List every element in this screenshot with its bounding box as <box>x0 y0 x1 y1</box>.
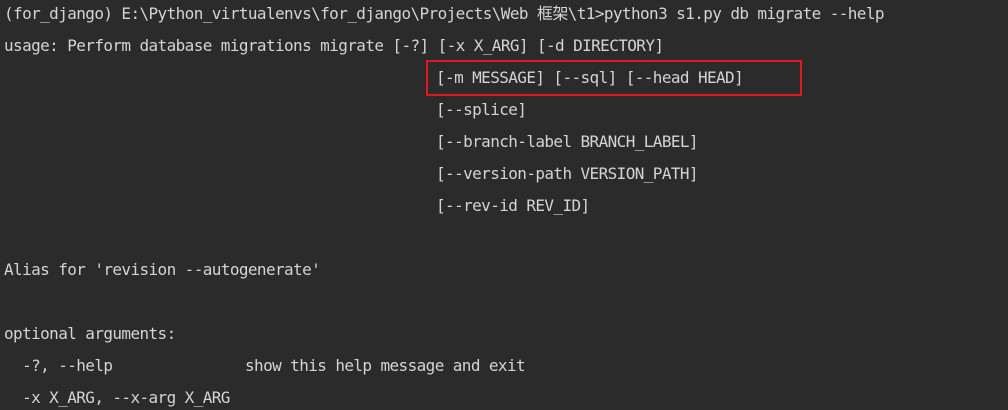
option-description-help: show this help message and exit <box>245 356 526 375</box>
usage-args-5: [--version-path VERSION_PATH] <box>436 164 699 183</box>
alias-line: Alias for 'revision --autogenerate' <box>4 260 321 279</box>
usage-args-4: [--branch-label BRANCH_LABEL] <box>436 132 699 151</box>
highlight-box <box>426 60 802 96</box>
terminal-window[interactable]: (for_django) E:\Python_virtualenvs\for_d… <box>0 0 1008 407</box>
usage-args-3: [--splice] <box>436 100 527 119</box>
optional-arguments-header: optional arguments: <box>4 324 176 343</box>
usage-line: usage: Perform database migrations migra… <box>4 34 664 58</box>
usage-args-6: [--rev-id REV_ID] <box>436 196 590 215</box>
usage-args-1: [-?] [-x X_ARG] [-d DIRECTORY] <box>392 36 664 55</box>
option-flag-x-arg: -x X_ARG, --x-arg X_ARG <box>4 388 230 407</box>
usage-prefix: usage: Perform database migrations migra… <box>4 36 393 55</box>
command-line: (for_django) E:\Python_virtualenvs\for_d… <box>4 4 884 23</box>
option-flag-help: -?, --help <box>4 356 113 375</box>
